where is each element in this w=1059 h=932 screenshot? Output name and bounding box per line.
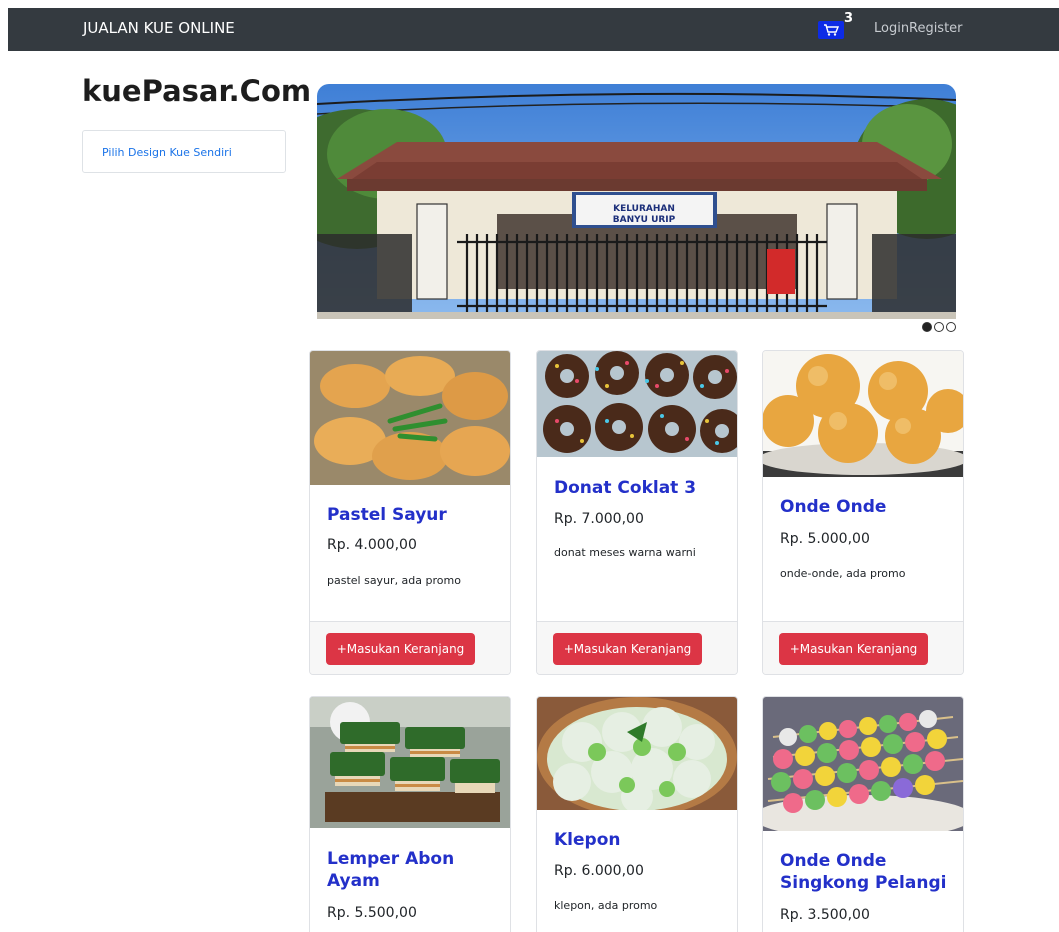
- product-price: Rp. 4.000,00: [327, 537, 417, 553]
- carousel-dot-1[interactable]: [922, 322, 932, 332]
- login-link[interactable]: Login: [874, 21, 909, 36]
- cart-button[interactable]: [818, 21, 844, 39]
- carousel-indicators: [920, 321, 958, 333]
- product-card: Klepon Rp. 6.000,00 klepon, ada promo: [536, 696, 738, 932]
- sign-line-1: KELURAHAN: [613, 204, 675, 214]
- product-price: Rp. 7.000,00: [554, 511, 644, 527]
- product-card: Donat Coklat 3 Rp. 7.000,00 donat meses …: [536, 350, 738, 675]
- card-footer: +Masukan Keranjang: [537, 621, 737, 674]
- carousel-dot-2[interactable]: [934, 322, 944, 332]
- onde-onde-singkong-pelangi-image: [763, 697, 963, 831]
- card-footer: +Masukan Keranjang: [763, 621, 963, 674]
- product-description: onde-onde, ada promo: [780, 567, 906, 580]
- add-to-cart-button[interactable]: +Masukan Keranjang: [326, 633, 475, 665]
- card-footer: +Masukan Keranjang: [310, 621, 510, 674]
- product-card: Onde Onde Singkong Pelangi Rp. 3.500,00: [762, 696, 964, 932]
- design-link[interactable]: Pilih Design Kue Sendiri: [102, 146, 232, 159]
- donat-coklat-image: [537, 351, 737, 457]
- product-description: klepon, ada promo: [554, 899, 658, 912]
- product-title[interactable]: Onde Onde: [780, 496, 886, 518]
- product-price: Rp. 3.500,00: [780, 907, 870, 923]
- carousel-slide-image: KELURAHAN BANYU URIP: [317, 84, 956, 319]
- brand-link[interactable]: JUALAN KUE ONLINE: [83, 19, 235, 37]
- carousel-dot-3[interactable]: [946, 322, 956, 332]
- product-card: Lemper Abon Ayam Rp. 5.500,00: [309, 696, 511, 932]
- hero-carousel[interactable]: KELURAHAN BANYU URIP: [317, 84, 956, 319]
- product-title[interactable]: Onde Onde Singkong Pelangi: [780, 850, 960, 894]
- add-to-cart-button[interactable]: +Masukan Keranjang: [779, 633, 928, 665]
- product-card: Onde Onde Rp. 5.000,00 onde-onde, ada pr…: [762, 350, 964, 675]
- cart-icon: [824, 24, 839, 36]
- cart-count-badge: 3: [844, 11, 854, 26]
- lemper-abon-ayam-image: [310, 697, 510, 828]
- design-panel: Pilih Design Kue Sendiri: [82, 130, 286, 173]
- product-title[interactable]: Pastel Sayur: [327, 504, 447, 526]
- product-price: Rp. 5.500,00: [327, 905, 417, 921]
- add-to-cart-button[interactable]: +Masukan Keranjang: [553, 633, 702, 665]
- product-title[interactable]: Donat Coklat 3: [554, 477, 696, 499]
- register-link[interactable]: Register: [909, 21, 963, 36]
- sign-line-2: BANYU URIP: [613, 215, 676, 225]
- product-card: Pastel Sayur Rp. 4.000,00 pastel sayur, …: [309, 350, 511, 675]
- product-price: Rp. 5.000,00: [780, 531, 870, 547]
- onde-onde-image: [763, 351, 963, 477]
- product-price: Rp. 6.000,00: [554, 863, 644, 879]
- product-description: donat meses warna warni: [554, 546, 696, 559]
- product-description: pastel sayur, ada promo: [327, 574, 461, 587]
- klepon-image: [537, 697, 737, 810]
- top-navbar: JUALAN KUE ONLINE 3 Login Register: [8, 8, 1059, 51]
- site-title: kuePasar.Com: [82, 74, 312, 108]
- product-title[interactable]: Lemper Abon Ayam: [327, 848, 497, 892]
- product-title[interactable]: Klepon: [554, 829, 620, 851]
- pastel-sayur-image: [310, 351, 510, 485]
